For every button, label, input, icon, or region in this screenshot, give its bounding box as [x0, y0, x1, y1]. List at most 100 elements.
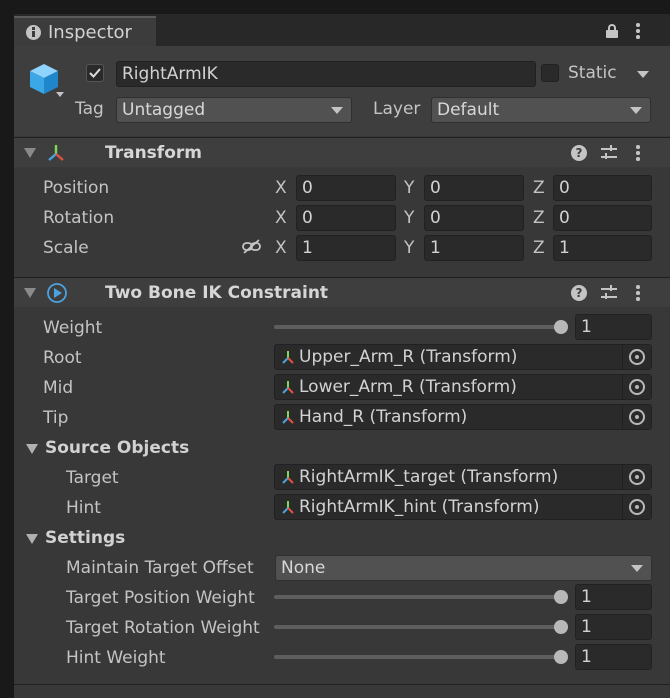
hint-object-value: RightArmIK_hint (Transform)	[299, 497, 540, 517]
presets-icon[interactable]	[601, 285, 617, 301]
tip-object-value: Hand_R (Transform)	[299, 407, 468, 427]
rotation-label: Rotation	[43, 208, 115, 228]
checkmark-icon	[89, 68, 101, 78]
object-picker-icon[interactable]	[622, 375, 651, 399]
target-object-value: RightArmIK_target (Transform)	[299, 467, 559, 487]
script-component-icon	[47, 283, 67, 303]
weight-slider-handle[interactable]	[554, 320, 568, 334]
tip-object-field[interactable]: Hand_R (Transform)	[274, 404, 652, 430]
position-x-field[interactable]: 0	[296, 175, 396, 201]
axis-x-label[interactable]: X	[275, 178, 287, 198]
target-rotation-weight-handle[interactable]	[554, 620, 568, 634]
mid-object-field[interactable]: Lower_Arm_R (Transform)	[274, 374, 652, 400]
component-menu-icon[interactable]	[636, 145, 640, 161]
axis-x-label[interactable]: X	[275, 238, 287, 258]
transform-title: Transform	[105, 143, 202, 163]
rotation-z-field[interactable]: 0	[553, 205, 652, 231]
target-rotation-weight-field[interactable]: 1	[575, 614, 652, 640]
weight-slider-track[interactable]	[274, 325, 564, 329]
hint-weight-track[interactable]	[274, 655, 564, 659]
help-icon[interactable]: ?	[571, 285, 587, 301]
target-position-weight-handle[interactable]	[554, 590, 568, 604]
gameobject-header: RightArmIK Static Tag Untagged Layer Def…	[14, 46, 670, 136]
tab-menu-icon[interactable]	[636, 23, 640, 39]
transform-icon	[282, 381, 294, 394]
position-y-field[interactable]: 0	[424, 175, 524, 201]
position-label: Position	[43, 178, 110, 198]
foldout-arrow-icon	[24, 148, 36, 158]
axis-z-label[interactable]: Z	[533, 238, 545, 258]
transform-icon	[282, 471, 294, 484]
transform-icon	[282, 501, 294, 514]
root-label: Root	[43, 348, 82, 368]
help-icon[interactable]: ?	[571, 145, 587, 161]
tag-dropdown[interactable]: Untagged	[116, 97, 352, 123]
object-name-field[interactable]: RightArmIK	[116, 61, 536, 87]
target-position-weight-field[interactable]: 1	[575, 584, 652, 610]
tag-label: Tag	[75, 99, 104, 119]
rotation-y-field[interactable]: 0	[424, 205, 524, 231]
tab-bar: Inspector	[14, 14, 670, 46]
icon-dropdown-caret[interactable]	[56, 92, 64, 97]
hint-weight-label: Hint Weight	[66, 648, 166, 668]
object-picker-icon[interactable]	[622, 495, 651, 519]
maintain-target-offset-dropdown[interactable]: None	[275, 555, 652, 581]
constrain-proportions-icon[interactable]	[242, 239, 262, 255]
weight-value-field[interactable]: 1	[575, 314, 652, 340]
section-divider	[14, 684, 670, 685]
static-label: Static	[568, 63, 617, 83]
axis-z-label[interactable]: Z	[533, 178, 545, 198]
tab-inspector[interactable]: Inspector	[14, 16, 156, 46]
target-object-field[interactable]: RightArmIK_target (Transform)	[274, 464, 652, 490]
scale-y-field[interactable]: 1	[424, 235, 524, 261]
tag-value: Untagged	[122, 100, 206, 120]
layer-value: Default	[437, 100, 500, 120]
source-objects-title: Source Objects	[45, 438, 190, 458]
two-bone-ik-title: Two Bone IK Constraint	[105, 283, 329, 303]
axis-x-label[interactable]: X	[275, 208, 287, 228]
chevron-down-icon	[631, 565, 643, 572]
static-checkbox[interactable]	[541, 64, 559, 82]
axis-y-label[interactable]: Y	[404, 238, 414, 258]
two-bone-ik-header[interactable]: Two Bone IK Constraint ?	[14, 277, 670, 307]
settings-title: Settings	[45, 528, 126, 548]
scale-z-field[interactable]: 1	[553, 235, 652, 261]
maintain-target-offset-label: Maintain Target Offset	[66, 558, 254, 578]
axis-y-label[interactable]: Y	[404, 208, 414, 228]
target-rotation-weight-track[interactable]	[274, 625, 564, 629]
maintain-target-offset-value: None	[281, 558, 326, 578]
scale-x-field[interactable]: 1	[296, 235, 396, 261]
target-position-weight-label: Target Position Weight	[66, 588, 255, 608]
rotation-x-field[interactable]: 0	[296, 205, 396, 231]
transform-icon	[48, 145, 64, 161]
object-picker-icon[interactable]	[622, 405, 651, 429]
active-checkbox[interactable]	[86, 64, 104, 82]
layer-dropdown[interactable]: Default	[431, 97, 651, 123]
object-picker-icon[interactable]	[622, 465, 651, 489]
chevron-down-icon	[630, 107, 642, 114]
source-objects-foldout[interactable]: Source Objects	[14, 434, 670, 462]
axis-z-label[interactable]: Z	[533, 208, 545, 228]
hint-weight-field[interactable]: 1	[575, 644, 652, 670]
axis-y-label[interactable]: Y	[404, 178, 414, 198]
mid-label: Mid	[43, 378, 74, 398]
static-dropdown-caret[interactable]	[637, 71, 649, 78]
foldout-arrow-icon	[26, 444, 38, 454]
tip-label: Tip	[43, 408, 69, 428]
transform-header[interactable]: Transform ?	[14, 137, 670, 167]
foldout-arrow-icon	[26, 534, 38, 544]
inspector-panel: Inspector RightArmIK Static Tag Untagged	[14, 14, 670, 698]
root-object-field[interactable]: Upper_Arm_R (Transform)	[274, 344, 652, 370]
lock-icon[interactable]	[606, 24, 618, 38]
component-menu-icon[interactable]	[636, 285, 640, 301]
info-icon	[26, 25, 41, 40]
hint-weight-handle[interactable]	[554, 650, 568, 664]
object-picker-icon[interactable]	[622, 345, 651, 369]
hint-object-field[interactable]: RightArmIK_hint (Transform)	[274, 494, 652, 520]
weight-label: Weight	[43, 318, 103, 338]
presets-icon[interactable]	[601, 145, 617, 161]
target-position-weight-track[interactable]	[274, 595, 564, 599]
position-z-field[interactable]: 0	[553, 175, 652, 201]
settings-foldout[interactable]: Settings	[14, 524, 670, 552]
layer-label: Layer	[373, 99, 421, 119]
